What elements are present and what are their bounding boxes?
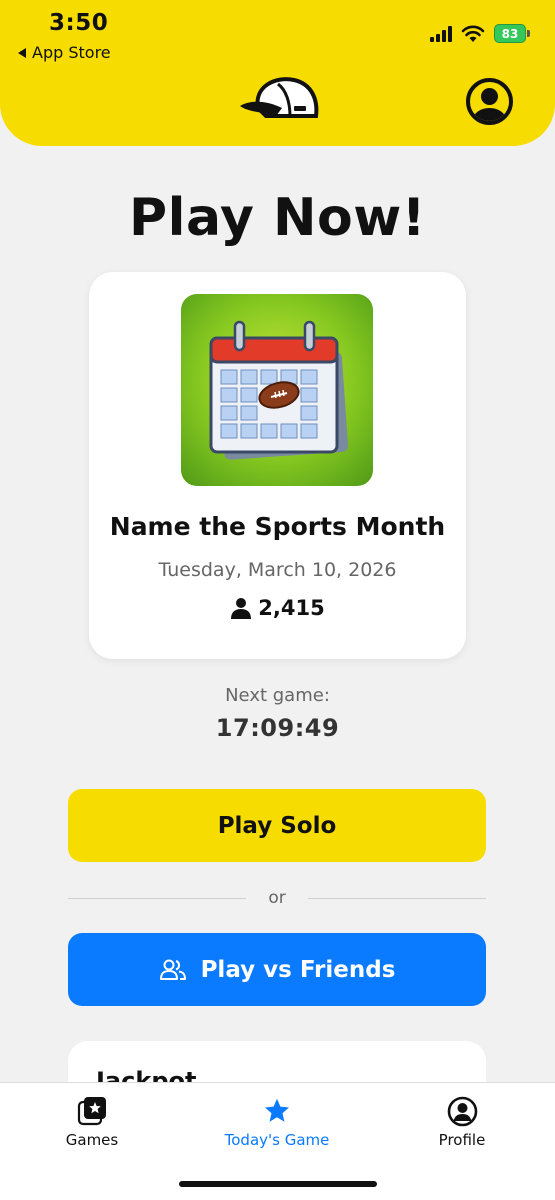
tab-profile[interactable]: Profile [420, 1095, 504, 1149]
user-circle-icon [447, 1096, 477, 1126]
play-solo-button[interactable]: Play Solo [68, 789, 486, 862]
wifi-icon [461, 25, 485, 42]
tab-profile-label: Profile [438, 1131, 486, 1149]
next-game-label: Next game: [225, 685, 330, 706]
player-count-value: 2,415 [258, 596, 325, 620]
battery-icon: 83 [494, 24, 530, 43]
profile-button[interactable] [466, 78, 513, 125]
back-arrow-icon [18, 47, 26, 58]
status-icons: 83 [430, 24, 530, 43]
cellular-signal-icon [430, 25, 452, 42]
status-time: 3:50 [49, 10, 109, 36]
game-date: Tuesday, March 10, 2026 [158, 559, 397, 581]
star-icon [264, 1098, 290, 1122]
back-to-app-store[interactable]: App Store [18, 43, 111, 62]
friends-icon [159, 959, 186, 980]
tab-games[interactable]: Games [56, 1095, 128, 1149]
play-vs-friends-button[interactable]: Play vs Friends [68, 933, 486, 1006]
tab-games-label: Games [65, 1131, 119, 1149]
game-card[interactable]: Name the Sports Month Tuesday, March 10,… [89, 272, 466, 659]
player-count: 2,415 [89, 596, 466, 620]
cap-logo-icon [240, 77, 319, 118]
or-divider: or [68, 888, 487, 908]
page-title: Play Now! [129, 188, 426, 248]
tab-todays-game[interactable]: Today's Game [212, 1095, 342, 1149]
play-solo-label: Play Solo [217, 812, 337, 839]
tab-todays-game-label: Today's Game [224, 1131, 330, 1149]
battery-level: 83 [494, 24, 526, 43]
play-vs-friends-label: Play vs Friends [200, 956, 396, 983]
or-label: or [268, 888, 286, 908]
home-indicator [179, 1181, 377, 1187]
games-star-icon [77, 1097, 106, 1126]
calendar-football-icon [181, 294, 373, 486]
person-icon [231, 598, 252, 619]
next-game-countdown: 17:09:49 [215, 714, 340, 742]
app-header: 3:50 App Store 83 [0, 0, 555, 146]
back-label: App Store [32, 43, 111, 62]
game-title: Name the Sports Month [109, 512, 446, 541]
